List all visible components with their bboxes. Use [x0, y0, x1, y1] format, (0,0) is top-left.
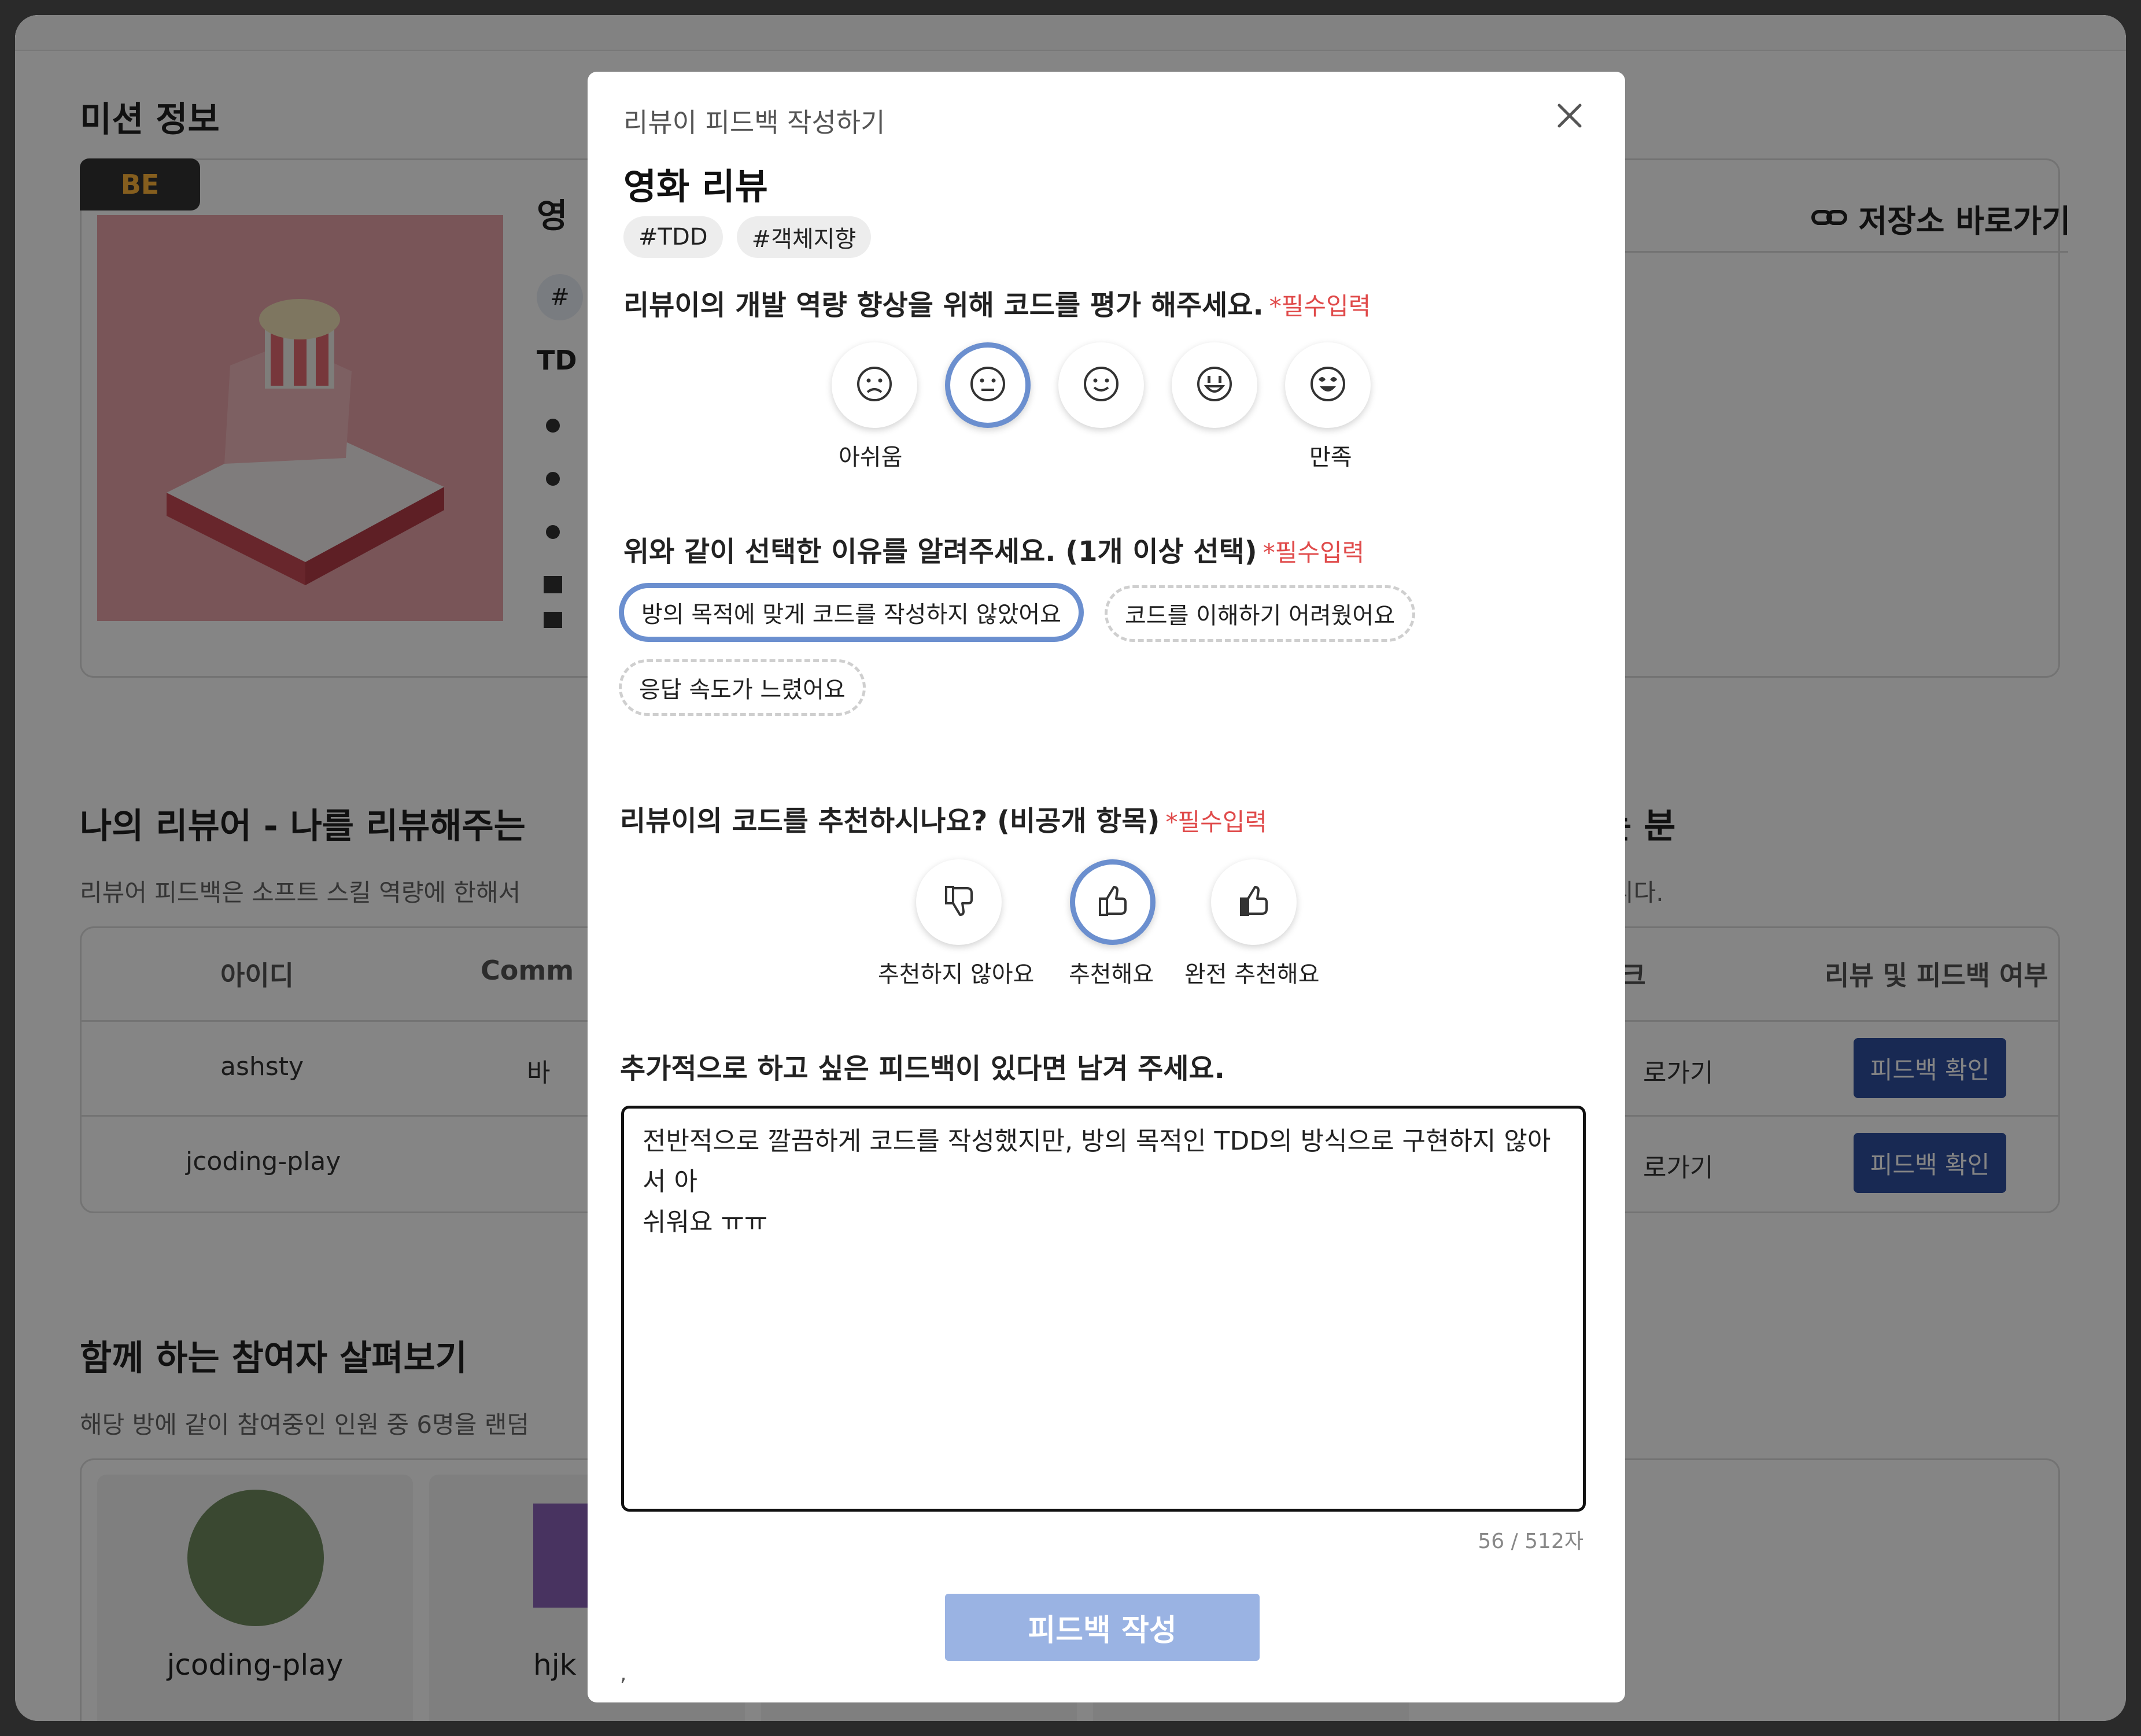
rating-3-button[interactable] [1058, 342, 1144, 428]
question-additional: 추가적으로 하고 싶은 피드백이 있다면 남겨 주세요. [620, 1052, 1225, 1085]
feedback-textarea[interactable]: 전반적으로 깔끔하게 코드를 작성했지만, 방의 목적인 TDD의 방식으로 구… [621, 1106, 1586, 1512]
close-icon [1556, 102, 1583, 132]
rating-2-button[interactable] [945, 342, 1031, 428]
rating-low-label: 아쉬움 [839, 444, 903, 471]
neutral-face-icon [969, 365, 1006, 405]
thumbs-up-icon [1094, 882, 1131, 922]
rating-1-button[interactable] [832, 342, 917, 428]
modal-title: 영화 리뷰 [623, 165, 768, 208]
thumbs-down-icon [940, 882, 977, 922]
strong-recommend-label: 완전 추천해요 [1184, 961, 1320, 988]
close-button[interactable] [1546, 94, 1593, 140]
recommend-button[interactable] [1070, 859, 1156, 945]
smile-face-icon [1083, 365, 1120, 405]
rating-4-button[interactable] [1172, 342, 1257, 428]
modal-subtitle: 리뷰이 피드백 작성하기 [623, 107, 885, 138]
page: 미션 정보 BE 영 # TD 저장소 바로가기 나의 리뷰어 - 나를 리뷰해… [15, 15, 2126, 1721]
thumbs-up-double-icon [1235, 882, 1272, 922]
window-frame: 미션 정보 BE 영 # TD 저장소 바로가기 나의 리뷰어 - 나를 리뷰해… [0, 0, 2141, 1736]
question-recommend-text: 리뷰이의 코드를 추천하시나요? (비공개 항목) [620, 805, 1160, 837]
not-recommend-label: 추천하지 않아요 [878, 961, 1035, 988]
footnote: , [620, 1662, 627, 1686]
feedback-modal: 리뷰이 피드백 작성하기 영화 리뷰 #TDD #객체지향 리뷰이의 개발 역량… [588, 72, 1625, 1702]
reason-chip[interactable]: 응답 속도가 느렸어요 [619, 659, 866, 716]
grin-face-icon [1196, 365, 1233, 405]
question-reason-text: 위와 같이 선택한 이유를 알려주세요. (1개 이상 선택) [623, 535, 1257, 568]
recommend-label: 추천해요 [1069, 961, 1154, 988]
reason-chip[interactable]: 코드를 이해하기 어려웠어요 [1105, 585, 1416, 642]
strong-recommend-button[interactable] [1211, 859, 1297, 945]
char-counter: 56 / 512자 [1478, 1530, 1583, 1553]
required-label: *필수입력 [1165, 808, 1268, 836]
tag: #TDD [623, 216, 723, 258]
question-recommend: 리뷰이의 코드를 추천하시나요? (비공개 항목) *필수입력 [620, 798, 1267, 839]
question-reason: 위와 같이 선택한 이유를 알려주세요. (1개 이상 선택) *필수입력 [623, 529, 1364, 569]
reason-chip[interactable]: 방의 목적에 맞게 코드를 작성하지 않았어요 [619, 583, 1084, 642]
heart-eyes-face-icon [1309, 365, 1346, 405]
required-label: *필수입력 [1269, 292, 1371, 320]
rating-5-button[interactable] [1285, 342, 1371, 428]
required-label: *필수입력 [1263, 538, 1365, 567]
question-rating: 리뷰이의 개발 역량 향상을 위해 코드를 평가 해주세요. *필수입력 [623, 282, 1371, 323]
frown-face-icon [856, 365, 893, 405]
rating-high-label: 만족 [1309, 444, 1352, 471]
rating-options [832, 342, 1371, 428]
tag: #객체지향 [736, 216, 872, 258]
not-recommend-button[interactable] [916, 859, 1002, 945]
mission-tags: #TDD #객체지향 [623, 216, 872, 258]
submit-feedback-button[interactable]: 피드백 작성 [945, 1594, 1260, 1661]
question-rating-text: 리뷰이의 개발 역량 향상을 위해 코드를 평가 해주세요. [623, 289, 1264, 322]
